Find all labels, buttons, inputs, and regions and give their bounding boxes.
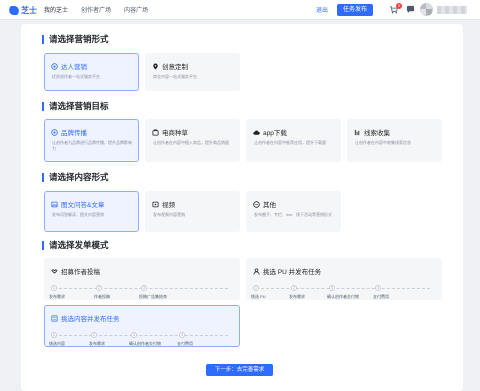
step-2: 2 发布需求	[289, 285, 305, 299]
nav-my-zhishi[interactable]: 我的芝士	[44, 5, 68, 14]
publish-task-button[interactable]: 任务发布	[337, 4, 373, 16]
card-title: 挑选 PU 并发布任务	[263, 269, 322, 276]
step-line	[54, 335, 228, 336]
card-title: 视频	[162, 202, 175, 209]
card-brand-awareness[interactable]: 品牌传播 让创作者为品牌进行品牌传播，提升品牌影响力	[44, 119, 139, 162]
card-desc: 让创作者为品牌进行品牌传播，提升品牌影响力	[52, 140, 132, 151]
card-desc: 优质创作者一站式服务平台	[52, 74, 100, 79]
target-icon	[51, 128, 58, 136]
card-desc: 让创作者在内容中收集线索信息	[355, 140, 411, 145]
card-select-content[interactable]: 挑选内容并发布任务 1 挑选内容 2 发布需求 3 确认创作者交付物 4 支付费用	[44, 305, 240, 347]
main-nav: 我的芝士 创作者广场 内容广场	[44, 5, 148, 14]
nav-content-square[interactable]: 内容广场	[124, 5, 148, 14]
card-qa-article[interactable]: 图文问答&文章 发布问答解读、图文内容营销	[44, 191, 139, 232]
card-desc: 发布问答解读、图文内容营销	[52, 212, 104, 217]
section-title-marketing-goal: 请选择营销目标	[42, 102, 109, 111]
step-4: 4 支付费用	[177, 332, 193, 346]
step-4: 4 支付费用	[373, 285, 389, 299]
card-desc: 商业内容一站式服务平台	[153, 74, 197, 79]
card-desc: 让创作者在内容中推荐应用，提升下载量	[254, 140, 326, 145]
username-blurred[interactable]	[437, 6, 467, 14]
card-desc: 发布圈子、专栏、live、线下活动等营销形式	[254, 212, 333, 217]
pin-icon	[153, 63, 158, 70]
card-desc: 发布视频内容营销	[153, 212, 185, 217]
video-icon	[152, 201, 159, 207]
card-recruit-submissions[interactable]: 招募作者投稿 1 发布需求 2 作者投稿 3 投稿广告集结束	[44, 258, 240, 300]
handshake-icon	[51, 268, 58, 274]
card-other[interactable]: 其他 发布圈子、专栏、live、线下活动等营销形式	[246, 191, 341, 232]
list-icon	[51, 314, 58, 322]
card-app-download[interactable]: app下载 让创作者在内容中推荐应用，提升下载量	[246, 119, 341, 162]
cart-badge: 0	[396, 3, 402, 9]
step-1: 1 发布需求	[49, 285, 65, 299]
step-2: 2 作者投稿	[94, 285, 110, 299]
chat-icon[interactable]	[406, 5, 415, 14]
logo-text: 芝士	[21, 5, 37, 15]
image-icon	[51, 201, 58, 207]
funnel-icon	[354, 129, 360, 135]
step-3: 3 投稿广告集结束	[139, 285, 167, 299]
more-icon	[253, 200, 260, 208]
logo-icon	[8, 5, 20, 15]
card-title: 挑选内容并发布任务	[61, 316, 120, 323]
cloud-icon	[253, 130, 260, 135]
step-3: 3 确认创作者交付物	[327, 285, 359, 299]
card-title: 达人营销	[61, 64, 87, 71]
step-1: 1 挑选内容	[49, 332, 65, 346]
logo[interactable]: 芝士	[8, 4, 37, 16]
exit-link[interactable]: 退出	[316, 5, 328, 14]
card-ecommerce-seeding[interactable]: 电商种草 让创作者在内容中植入商品，提升商品销量	[145, 119, 240, 162]
step-3: 3 确认创作者交付物	[129, 332, 161, 346]
card-title: 招募作者投稿	[61, 269, 100, 276]
card-lead-collection[interactable]: 线索收集 让创作者在内容中收集线索信息	[347, 119, 442, 162]
section-title-content-form: 请选择内容形式	[42, 173, 109, 182]
nav-creator-square[interactable]: 创作者广场	[81, 5, 111, 14]
target-icon	[51, 62, 58, 70]
top-nav-bar: 芝士 我的芝士 创作者广场 内容广场 退出 任务发布 0	[0, 0, 480, 20]
shop-icon	[152, 128, 159, 136]
step-2: 2 发布需求	[89, 332, 105, 346]
step-track: 1 挑选 PU 2 发布需求 3 确认创作者交付物 4 支付费用	[251, 285, 433, 301]
card-creative-custom[interactable]: 创意定制 商业内容一站式服务平台	[145, 53, 240, 91]
card-influencer-marketing[interactable]: 达人营销 优质创作者一站式服务平台	[44, 53, 139, 91]
card-title: 线索收集	[364, 130, 390, 137]
card-desc: 让创作者在内容中植入商品，提升商品销量	[153, 140, 229, 145]
avatar[interactable]	[420, 3, 433, 16]
card-title: 品牌传播	[61, 130, 87, 137]
card-title: 创意定制	[162, 64, 188, 71]
step-line	[256, 288, 430, 289]
card-title: 图文问答&文章	[61, 202, 105, 209]
step-track: 1 发布需求 2 作者投稿 3 投稿广告集结束	[49, 285, 231, 301]
section-title-marketing-form: 请选择营销形式	[42, 35, 109, 44]
step-track: 1 挑选内容 2 发布需求 3 确认创作者交付物 4 支付费用	[49, 332, 231, 348]
card-video[interactable]: 视频 发布视频内容营销	[145, 191, 240, 232]
card-select-pu[interactable]: 挑选 PU 并发布任务 1 挑选 PU 2 发布需求 3 确认创作者交付物 4 支付费用	[246, 258, 442, 300]
section-title-dispatch-mode: 请选择发单模式	[42, 241, 109, 250]
card-title: 其他	[263, 202, 276, 209]
card-title: 电商种草	[162, 130, 188, 137]
step-1: 1 挑选 PU	[251, 285, 266, 299]
card-title: app下载	[263, 130, 287, 137]
user-icon	[253, 267, 260, 275]
next-step-button[interactable]: 下一步：去完善需求	[206, 364, 273, 376]
